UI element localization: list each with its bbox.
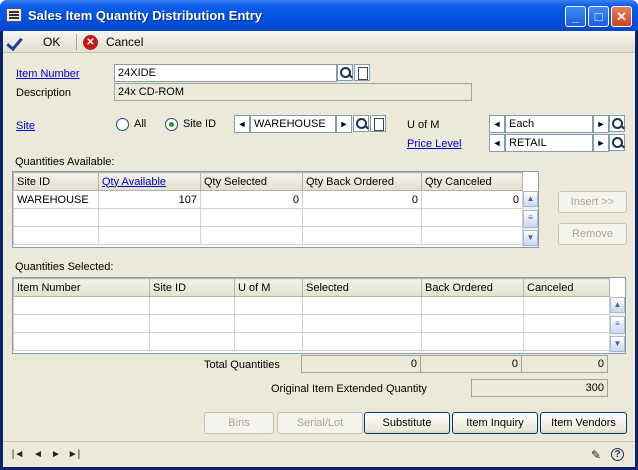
total-quantities-label: Total Quantities [204, 359, 280, 371]
close-button[interactable]: ✕ [611, 6, 632, 27]
serial-lot-button[interactable]: Serial/Lot [277, 412, 363, 434]
price-level-field[interactable]: RETAIL [505, 134, 593, 152]
site-link[interactable]: Site [16, 120, 35, 132]
price-level-link[interactable]: Price Level [407, 138, 461, 150]
col-canceled[interactable]: Canceled [523, 278, 610, 297]
col-item-number[interactable]: Item Number [13, 278, 150, 297]
total-canceled-field: 0 [521, 355, 608, 373]
item-vendors-button[interactable]: Item Vendors [540, 412, 627, 434]
table-row[interactable] [13, 208, 523, 227]
help-icon[interactable]: ? [611, 448, 624, 461]
maximize-button[interactable]: □ [588, 6, 609, 27]
next-record-icon[interactable]: ► [49, 448, 63, 462]
item-number-link[interactable]: Item Number [16, 68, 80, 80]
cell-qty-selected[interactable]: 0 [200, 190, 303, 209]
selected-scrollbar[interactable]: ▲ ≡ ▼ [609, 297, 625, 353]
prev-record-icon[interactable]: ◄ [31, 448, 45, 462]
radio-site-id[interactable] [165, 118, 178, 131]
col-back-ordered[interactable]: Back Ordered [421, 278, 524, 297]
bins-button[interactable]: Bins [204, 412, 274, 434]
remove-button[interactable]: Remove [558, 223, 627, 245]
uofm-lookup-icon[interactable] [609, 115, 625, 132]
table-row[interactable] [13, 226, 523, 245]
status-bar: |◄ ◄ ► ►| ✎ ? [3, 441, 635, 467]
col-qty-selected[interactable]: Qty Selected [200, 172, 303, 191]
radio-site-id-label: Site ID [183, 118, 217, 130]
col-uofm[interactable]: U of M [234, 278, 303, 297]
ok-button[interactable]: OK [7, 33, 60, 51]
site-lookup-icon[interactable] [353, 115, 369, 132]
available-grid-frame: Site ID Qty Available Qty Selected Qty B… [12, 171, 539, 248]
price-level-prev-arrow[interactable]: ◄ [489, 134, 505, 152]
quantities-available-label: Quantities Available: [15, 156, 115, 168]
first-record-icon[interactable]: |◄ [11, 448, 25, 462]
scroll-down-icon[interactable]: ▼ [523, 230, 538, 246]
substitute-button[interactable]: Substitute [364, 412, 450, 434]
price-level-next-arrow[interactable]: ► [593, 134, 609, 152]
cancel-label: Cancel [106, 35, 144, 49]
col-qty-canceled[interactable]: Qty Canceled [421, 172, 523, 191]
scroll-down-icon[interactable]: ▼ [610, 336, 625, 352]
selected-grid[interactable]: Item Number Site ID U of M Selected Back… [13, 278, 610, 351]
site-note-icon[interactable] [370, 115, 386, 132]
window-icon [6, 8, 22, 22]
scroll-thumb[interactable]: ≡ [610, 316, 625, 334]
radio-all[interactable] [116, 118, 129, 131]
table-row[interactable] [13, 314, 610, 333]
note-icon[interactable]: ✎ [589, 448, 603, 462]
col-site-id[interactable]: Site ID [13, 172, 99, 191]
cell-site-id[interactable]: WAREHOUSE [13, 190, 99, 209]
item-note-icon[interactable] [354, 64, 370, 81]
check-icon [7, 34, 25, 50]
cancel-button[interactable]: ✕ Cancel [83, 33, 143, 51]
available-grid[interactable]: Site ID Qty Available Qty Selected Qty B… [13, 172, 523, 245]
quantities-selected-label: Quantities Selected: [15, 261, 114, 273]
price-level-lookup-icon[interactable] [609, 134, 625, 151]
col-qty-available[interactable]: Qty Available [98, 172, 201, 191]
insert-button[interactable]: Insert >> [558, 191, 627, 213]
window-title: Sales Item Quantity Distribution Entry [28, 8, 263, 23]
site-next-arrow[interactable]: ► [336, 115, 352, 133]
item-inquiry-button[interactable]: Item Inquiry [452, 412, 538, 434]
scroll-up-icon[interactable]: ▲ [523, 191, 538, 207]
scroll-thumb[interactable]: ≡ [523, 210, 538, 228]
uofm-label: U of M [407, 119, 440, 131]
toolbar-separator [76, 34, 77, 50]
total-selected-field: 0 [301, 355, 421, 373]
title-bar[interactable]: Sales Item Quantity Distribution Entry _… [0, 0, 638, 31]
total-back-ordered-field: 0 [420, 355, 522, 373]
available-scrollbar[interactable]: ▲ ≡ ▼ [522, 191, 538, 247]
col-site-id[interactable]: Site ID [149, 278, 235, 297]
col-qty-back-ordered[interactable]: Qty Back Ordered [302, 172, 422, 191]
original-quantity-field: 300 [471, 379, 608, 397]
app-window: Sales Item Quantity Distribution Entry _… [0, 0, 638, 470]
item-number-field[interactable]: 24XIDE [114, 64, 337, 82]
site-id-field[interactable]: WAREHOUSE [250, 115, 336, 133]
table-row[interactable] [13, 296, 610, 315]
uofm-prev-arrow[interactable]: ◄ [489, 115, 505, 133]
col-selected[interactable]: Selected [302, 278, 422, 297]
original-quantity-label: Original Item Extended Quantity [271, 383, 427, 395]
cell-qty-canceled[interactable]: 0 [421, 190, 523, 209]
last-record-icon[interactable]: ►| [67, 448, 81, 462]
table-row[interactable] [13, 332, 610, 351]
toolbar: OK ✕ Cancel [3, 31, 635, 53]
table-row[interactable]: WAREHOUSE 107 0 0 0 [13, 190, 523, 209]
ok-label: OK [43, 35, 61, 49]
selected-grid-frame: Item Number Site ID U of M Selected Back… [12, 277, 626, 354]
site-prev-arrow[interactable]: ◄ [234, 115, 250, 133]
cancel-icon: ✕ [83, 34, 98, 50]
description-field: 24x CD-ROM [114, 83, 472, 101]
uofm-field[interactable]: Each [505, 115, 593, 133]
minimize-button[interactable]: _ [565, 6, 586, 27]
cell-qty-back-ordered[interactable]: 0 [302, 190, 422, 209]
item-lookup-icon[interactable] [337, 64, 353, 81]
scroll-up-icon[interactable]: ▲ [610, 297, 625, 313]
cell-qty-available[interactable]: 107 [98, 190, 201, 209]
window-client: OK ✕ Cancel Item Number 24XIDE Descripti… [3, 31, 635, 467]
uofm-next-arrow[interactable]: ► [593, 115, 609, 133]
description-label: Description [16, 87, 72, 99]
radio-all-label: All [134, 118, 147, 130]
